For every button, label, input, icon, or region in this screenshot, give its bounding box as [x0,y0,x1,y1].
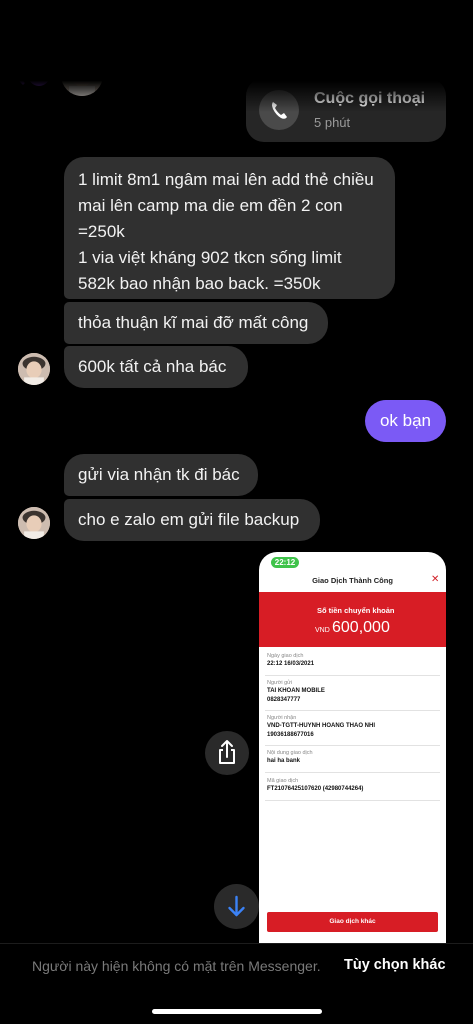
receipt-row-value: hai ha bank [267,758,301,764]
receipt-row-value: 19036188677016 [267,732,314,738]
close-icon: ✕ [431,574,440,585]
arrow-down-icon [228,895,245,917]
sender-avatar[interactable] [18,353,50,385]
sent-image-receipt[interactable]: 22:12 Giao Dịch Thành Công ✕ Số tiền chu… [259,552,446,944]
receipt-row: Người nhận VND-TGTT-HUYNH HOANG THAO NHI… [265,714,440,746]
location-arrow-icon [89,17,99,27]
receipt-status-time: 22:12 [271,557,299,568]
message-bubble-incoming[interactable]: 1 limit 8m1 ngâm mai lên add thẻ chiều m… [64,157,395,299]
sender-avatar[interactable] [18,507,50,539]
receipt-currency: VND [315,627,330,634]
signal-icon [366,19,385,31]
share-icon [219,740,235,764]
receipt-row-value: FT21076425107620 (42980744264) [267,786,364,792]
battery-icon [418,16,449,32]
receipt-row-label: Ngày giao dịch [267,653,304,659]
wifi-icon [392,17,410,30]
message-line: mai lên camp ma die em đền 2 con [78,196,343,215]
call-duration: 5 phút [314,115,351,130]
scroll-down-button[interactable] [214,884,259,929]
receipt-amount-label: Số tiền chuyển khoản [317,606,395,615]
receipt-row: Ngày giao dịch 22:12 16/03/2021 [265,652,440,676]
receipt-row-label: Mã giao dịch [267,778,299,784]
receipt-row: Người gửi TAI KHOAN MOBILE 0828347777 [265,679,440,711]
message-bubble-incoming[interactable]: cho e zalo em gửi file backup [64,499,320,541]
home-indicator[interactable] [152,1009,322,1014]
receipt-row: Nội dung giao dịch hai ha bank [265,749,440,773]
receipt-other-transaction-button: Giao dịch khác [267,912,438,932]
message-line: =250k [78,222,125,241]
status-time: 22:26 [32,14,77,33]
contact-avatar[interactable] [61,54,103,96]
message-bubble-incoming[interactable]: thỏa thuận kĩ mai đỡ mất công [64,302,328,344]
receipt-row-value: VND-TGTT-HUYNH HOANG THAO NHI [267,723,375,729]
receipt-row-value: 0828347777 [267,697,301,703]
receipt-row-value: TAI KHOAN MOBILE [267,688,325,694]
call-icon-circle [259,90,299,130]
message-bubble-outgoing[interactable]: ok bạn [365,400,446,442]
phone-call-icon [272,102,287,119]
message-line: 1 via việt kháng 902 tkcn sống limit [78,248,342,267]
share-button[interactable] [205,731,249,775]
message-line: 1 limit 8m1 ngâm mai lên add thẻ chiều [78,170,374,189]
receipt-row-label: Người nhận [267,715,297,721]
receipt-row-value: 22:12 16/03/2021 [267,661,315,667]
message-bubble-incoming[interactable]: 600k tất cả nha bác [64,346,248,388]
receipt-row-label: Người gửi [267,680,293,686]
footer-divider [0,943,473,944]
receipt-title: Giao Dịch Thành Công [312,576,393,585]
more-options-link[interactable]: Tùy chọn khác [344,957,446,973]
receipt-row-label: Nội dung giao dịch [267,750,313,756]
call-title: Cuộc gọi thoại [314,90,426,107]
message-line: 582k bao nhận bao back. =350k [78,274,321,293]
receipt-row: Mã giao dịch FT21076425107620 (429807442… [265,777,440,801]
receipt-amount: 600,000 [332,619,390,636]
unread-count-badge[interactable]: 5 [28,64,50,86]
contact-name[interactable]: Minh Tâm [115,64,194,84]
back-chevron-icon[interactable] [12,62,26,86]
message-bubble-incoming[interactable]: gửi via nhận tk đi bác [64,454,258,496]
offline-notice: Người này hiện không có mặt trên Messeng… [32,958,321,974]
